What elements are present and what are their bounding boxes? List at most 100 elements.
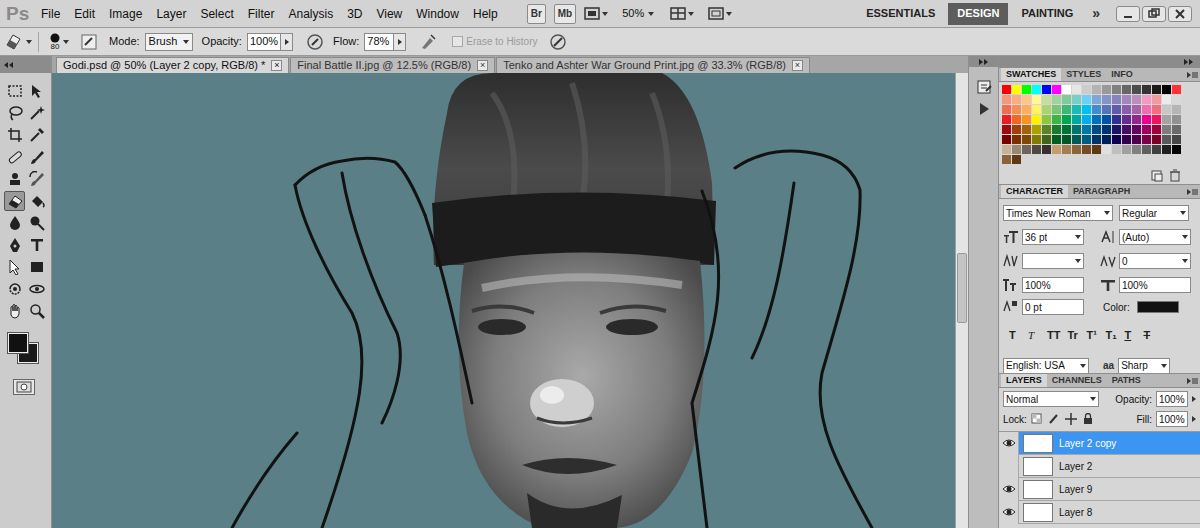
swatch[interactable] (1062, 105, 1071, 114)
swatch[interactable] (1162, 95, 1171, 104)
swatch[interactable] (1162, 145, 1171, 154)
swatch[interactable] (1012, 145, 1021, 154)
swatch[interactable] (1132, 85, 1141, 94)
swatch[interactable] (1152, 135, 1161, 144)
swatch[interactable] (1042, 145, 1051, 154)
swatch[interactable] (1032, 115, 1041, 124)
swatch[interactable] (1102, 105, 1111, 114)
swatch[interactable] (1052, 105, 1061, 114)
font-style-select[interactable]: Regular (1119, 205, 1189, 221)
swatch[interactable] (1122, 135, 1131, 144)
swatch[interactable] (1152, 145, 1161, 154)
swatch[interactable] (1072, 85, 1081, 94)
font-style-button[interactable]: T (1143, 327, 1155, 344)
swatch[interactable] (1112, 85, 1121, 94)
screen-mode-button[interactable] (708, 6, 732, 21)
swatch[interactable] (1002, 125, 1011, 134)
swatch[interactable] (1022, 85, 1031, 94)
swatch[interactable] (1062, 135, 1071, 144)
tool-button[interactable] (27, 125, 48, 145)
kerning-select[interactable] (1022, 253, 1084, 269)
tool-preset-picker[interactable] (4, 32, 39, 52)
opacity-control[interactable]: 100% (247, 33, 293, 51)
vertical-scale-field[interactable]: 100% (1022, 277, 1084, 293)
swatch[interactable] (1052, 145, 1061, 154)
swatch[interactable] (1062, 85, 1071, 94)
swatch[interactable] (1042, 105, 1051, 114)
swatch[interactable] (1032, 105, 1041, 114)
mode-select[interactable]: Brush (145, 33, 193, 51)
swatch[interactable] (1172, 145, 1181, 154)
font-style-button[interactable]: T¹ (1086, 327, 1098, 344)
flow-slider-button[interactable] (394, 33, 406, 51)
font-size-select[interactable]: 36 pt (1022, 229, 1084, 245)
swatch[interactable] (1072, 125, 1081, 134)
panel-tab[interactable]: SWATCHES (1001, 68, 1061, 81)
blend-mode-select[interactable]: Normal (1003, 391, 1099, 407)
swatch[interactable] (1102, 125, 1111, 134)
swatch[interactable] (1142, 115, 1151, 124)
visibility-toggle[interactable] (999, 478, 1019, 501)
tool-button[interactable] (4, 235, 25, 255)
leading-select[interactable]: (Auto) (1119, 229, 1191, 245)
document-tab[interactable]: Tenko and Ashter War Ground Print.jpg @ … (496, 57, 810, 73)
swatch[interactable] (1022, 115, 1031, 124)
panel-tab[interactable]: STYLES (1061, 68, 1106, 81)
tool-button[interactable] (4, 125, 25, 145)
swatch[interactable] (1032, 145, 1041, 154)
visibility-toggle[interactable] (999, 501, 1019, 524)
tool-button[interactable] (27, 279, 48, 299)
font-style-button[interactable]: TT (1047, 327, 1060, 344)
swatch[interactable] (1062, 115, 1071, 124)
swatch[interactable] (1082, 105, 1091, 114)
swatch[interactable] (1052, 125, 1061, 134)
swatch[interactable] (1132, 135, 1141, 144)
menu-item[interactable]: Filter (241, 8, 282, 20)
font-family-select[interactable]: Times New Roman (1003, 205, 1113, 221)
layer-row[interactable]: Layer 2 copy (999, 432, 1200, 455)
tool-button[interactable] (27, 235, 48, 255)
layer-row[interactable]: Layer 8 (999, 501, 1200, 524)
swatch[interactable] (1042, 85, 1051, 94)
lock-button[interactable] (1031, 413, 1044, 426)
swatch[interactable] (1132, 125, 1141, 134)
swatch[interactable] (1052, 135, 1061, 144)
swatch[interactable] (1062, 145, 1071, 154)
opacity-slider-button[interactable] (281, 33, 293, 51)
swatch[interactable] (1082, 85, 1091, 94)
layer-row[interactable]: Layer 2 (999, 455, 1200, 478)
panel-tab[interactable]: CHANNELS (1047, 374, 1107, 387)
swatch[interactable] (1162, 115, 1171, 124)
swatch[interactable] (1002, 105, 1011, 114)
visibility-toggle[interactable] (999, 432, 1019, 455)
flow-control[interactable]: 78% (364, 33, 406, 51)
tool-button[interactable] (4, 81, 25, 101)
swatch[interactable] (1092, 135, 1101, 144)
visibility-toggle[interactable] (999, 455, 1019, 478)
swatch[interactable] (1062, 95, 1071, 104)
scroll-thumb[interactable] (957, 253, 967, 323)
swatch[interactable] (1162, 85, 1171, 94)
swatch[interactable] (1112, 105, 1121, 114)
swatch[interactable] (1142, 85, 1151, 94)
swatch[interactable] (1052, 115, 1061, 124)
window-control-button[interactable] (1142, 6, 1166, 22)
swatch[interactable] (1012, 105, 1021, 114)
panel-menu-button[interactable] (1184, 68, 1200, 81)
swatch[interactable] (1012, 125, 1021, 134)
document-tab[interactable]: Godi.psd @ 50% (Layer 2 copy, RGB/8) *× (56, 57, 289, 73)
menu-item[interactable]: View (369, 8, 409, 20)
swatch[interactable] (1032, 125, 1041, 134)
swatch[interactable] (1132, 95, 1141, 104)
panel-tab[interactable]: INFO (1106, 68, 1138, 81)
swatch[interactable] (1152, 95, 1161, 104)
swatch[interactable] (1112, 95, 1121, 104)
baseline-shift-field[interactable]: 0 pt (1022, 299, 1084, 315)
panel-tab[interactable]: CHARACTER (1001, 185, 1068, 198)
opacity-field[interactable]: 100% (247, 33, 281, 51)
swatch[interactable] (1062, 125, 1071, 134)
panel-menu-button[interactable] (1184, 374, 1200, 387)
close-tab-button[interactable]: × (792, 60, 803, 71)
workspace-button[interactable]: PAINTING (1012, 3, 1082, 25)
tool-button[interactable] (4, 147, 25, 167)
